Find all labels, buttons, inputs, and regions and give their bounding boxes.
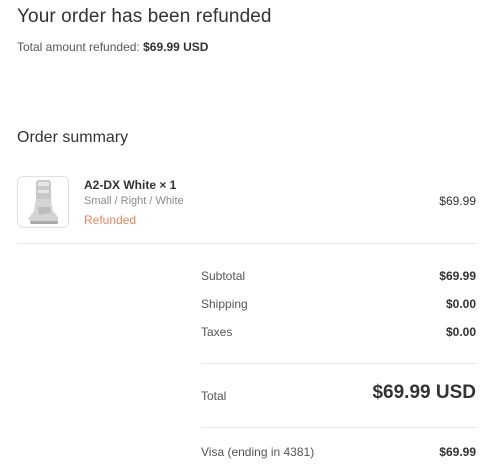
total-value: $69.99 USD — [372, 382, 476, 403]
divider — [201, 427, 476, 428]
ankle-brace-icon — [28, 180, 58, 224]
subtotal-value: $69.99 — [439, 269, 476, 283]
refund-amount-line: Total amount refunded: $69.99 USD — [17, 40, 208, 54]
payment-amount: $69.99 — [439, 445, 476, 459]
product-price: $69.99 — [439, 194, 476, 208]
subtotal-label: Subtotal — [201, 269, 246, 283]
order-summary-title: Order summary — [17, 129, 129, 146]
shipping-label: Shipping — [201, 297, 248, 311]
product-image — [17, 176, 69, 228]
product-name: A2-DX White × 1 — [84, 178, 177, 192]
product-variant: Small / Right / White — [84, 195, 184, 207]
refund-amount-label: Total amount refunded: — [17, 40, 140, 54]
page-title: Your order has been refunded — [17, 6, 272, 27]
shipping-value: $0.00 — [445, 297, 476, 311]
total-label: Total — [201, 389, 227, 403]
refund-amount-value: $69.99 USD — [143, 40, 209, 54]
taxes-label: Taxes — [201, 325, 233, 339]
refund-status: Refunded — [84, 213, 137, 227]
divider — [17, 243, 476, 244]
divider — [201, 363, 476, 364]
taxes-value: $0.00 — [445, 325, 476, 339]
line-item: A2-DX White × 1 Small / Right / White Re… — [17, 176, 476, 228]
payment-method-label: Visa (ending in 4381) — [201, 445, 315, 459]
